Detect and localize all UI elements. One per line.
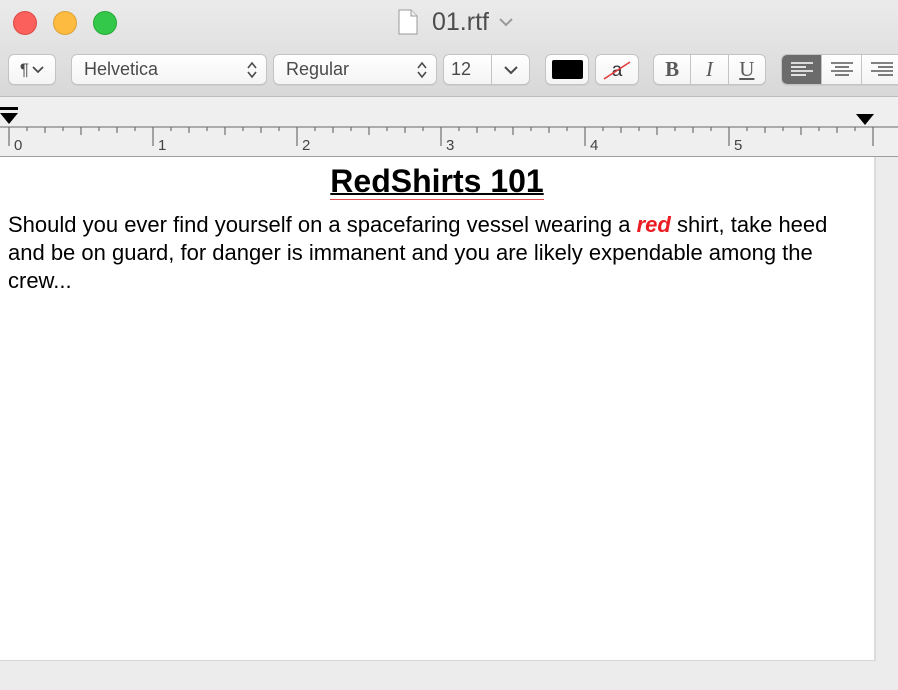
font-style-value: Regular: [286, 59, 350, 79]
window-title-area[interactable]: 01.rtf: [398, 6, 513, 38]
minimize-window-button[interactable]: [53, 11, 77, 35]
bold-label: B: [665, 57, 680, 81]
bold-button[interactable]: B: [654, 55, 692, 84]
font-style-popup[interactable]: Regular: [273, 54, 437, 85]
ruler-scale: 0 1 2 3 4 5: [0, 107, 898, 154]
window-bottom-bar: [0, 661, 898, 690]
document-icon: [398, 9, 418, 35]
font-family-value: Helvetica: [84, 59, 159, 79]
align-left-icon: [790, 61, 813, 76]
align-left-button[interactable]: [782, 55, 822, 84]
italic-button[interactable]: I: [691, 55, 729, 84]
alignment-segmented-control: [781, 54, 898, 85]
first-line-indent-marker[interactable]: [0, 107, 18, 110]
font-size-dropdown-button[interactable]: [492, 65, 529, 75]
left-margin-marker[interactable]: [0, 113, 18, 124]
align-center-button[interactable]: [822, 55, 862, 84]
text-color-button[interactable]: [545, 54, 589, 85]
pilcrow-icon: ¶: [19, 59, 30, 79]
align-right-button[interactable]: [862, 55, 898, 84]
font-size-input[interactable]: 12: [444, 55, 492, 84]
paragraph-text-before: Should you ever find yourself on a space…: [8, 212, 637, 237]
text-color-swatch: [551, 60, 583, 79]
ruler-label: 1: [158, 137, 166, 154]
font-family-popup[interactable]: Helvetica: [71, 54, 267, 85]
document-paragraph: Should you ever find yourself on a space…: [8, 211, 858, 295]
zoom-window-button[interactable]: [93, 11, 117, 35]
window-toolbar: 01.rtf ¶ Helvetica Regular 12 B I U: [0, 0, 898, 97]
font-size-combo: 12: [443, 54, 530, 85]
align-right-icon: [870, 61, 893, 76]
ruler-label: 2: [302, 137, 310, 154]
close-window-button[interactable]: [13, 11, 37, 35]
updown-arrows-icon: [417, 61, 427, 79]
ruler-label: 5: [734, 137, 742, 154]
ruler[interactable]: 0 1 2 3 4 5: [0, 97, 898, 157]
paragraph-styles-button[interactable]: ¶: [8, 54, 56, 85]
window-title: 01.rtf: [432, 7, 489, 36]
no-background-color-icon: a: [603, 60, 631, 81]
chevron-down-icon: [32, 65, 44, 73]
updown-arrows-icon: [247, 61, 257, 79]
right-margin-marker[interactable]: [856, 114, 874, 125]
ruler-label: 4: [590, 137, 598, 154]
ruler-label: 3: [446, 137, 454, 154]
chevron-down-icon: [503, 65, 518, 74]
background-color-button[interactable]: a: [595, 54, 639, 85]
ruler-label: 0: [14, 137, 22, 154]
heading-text: RedShirts 101: [330, 163, 544, 200]
underline-label: U: [739, 57, 755, 81]
text-style-segmented-control: B I U: [653, 54, 766, 85]
align-center-icon: [830, 61, 853, 76]
document-page[interactable]: RedShirts 101 Should you ever find yours…: [0, 157, 876, 661]
emphasized-word: red: [636, 212, 671, 237]
italic-label: I: [705, 57, 713, 81]
underline-button[interactable]: U: [729, 55, 765, 84]
chevron-down-icon: [499, 18, 513, 27]
document-heading: RedShirts 101: [0, 163, 874, 200]
